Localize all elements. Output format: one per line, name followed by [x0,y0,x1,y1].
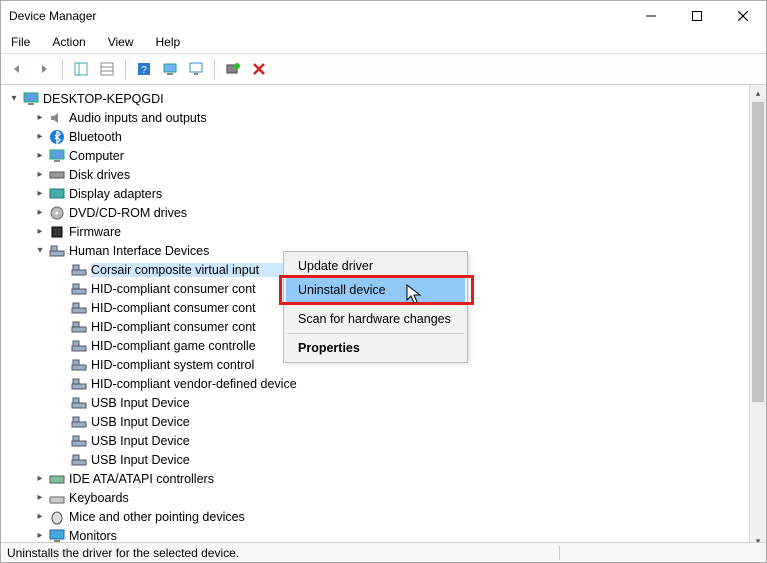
tree-root-label: DESKTOP-KEPQGDI [43,92,164,106]
hid-device-icon [71,395,87,411]
hid-device-icon [71,376,87,392]
tree-category-keyboards[interactable]: ▸ Keyboards [7,488,743,507]
computer-icon [23,91,39,107]
expander-closed-icon[interactable]: ▸ [33,472,47,486]
context-menu: Update driver Uninstall device Scan for … [283,251,468,363]
expander-closed-icon[interactable]: ▸ [33,510,47,524]
ctx-separator [287,333,464,334]
tree-category-mice[interactable]: ▸ Mice and other pointing devices [7,507,743,526]
expander-closed-icon[interactable]: ▸ [33,529,47,543]
tree-category-disk-drives[interactable]: ▸ Disk drives [7,165,743,184]
tree-hid-child[interactable]: USB Input Device [7,450,743,469]
mouse-icon [49,509,65,525]
tree-category-audio[interactable]: ▸ Audio inputs and outputs [7,108,743,127]
keyboard-icon [49,490,65,506]
maximize-button[interactable] [674,1,720,31]
expander-closed-icon[interactable]: ▸ [33,187,47,201]
tree-hid-child[interactable]: USB Input Device [7,393,743,412]
vertical-scrollbar[interactable]: ▴ ▾ [749,85,766,550]
ctx-properties[interactable]: Properties [286,336,465,360]
ctx-update-driver[interactable]: Update driver [286,254,465,278]
toolbar: ? [1,54,766,85]
ctx-scan-hardware[interactable]: Scan for hardware changes [286,307,465,331]
tree-hid-child[interactable]: HID-compliant vendor-defined device [7,374,743,393]
show-hide-console-tree-button[interactable] [70,58,92,80]
chip-icon [49,224,65,240]
pc-icon [49,148,65,164]
expander-open-icon[interactable]: ▾ [33,244,47,258]
expander-closed-icon[interactable]: ▸ [33,111,47,125]
hid-device-icon [71,414,87,430]
ctx-separator [287,304,464,305]
tree-root[interactable]: ▾ DESKTOP-KEPQGDI [7,89,743,108]
expander-closed-icon[interactable]: ▸ [33,225,47,239]
properties-button[interactable] [96,58,118,80]
scroll-up-button[interactable]: ▴ [750,85,766,102]
toolbar-monitor-button[interactable] [185,58,207,80]
back-button[interactable] [7,58,29,80]
disc-icon [49,205,65,221]
disk-icon [49,167,65,183]
hid-device-icon [71,338,87,354]
forward-button[interactable] [33,58,55,80]
hid-icon [49,243,65,259]
menu-action[interactable]: Action [48,33,89,51]
close-button[interactable] [720,1,766,31]
statusbar-text: Uninstalls the driver for the selected d… [7,546,239,560]
statusbar-divider [559,546,560,560]
hid-device-icon [71,262,87,278]
help-button[interactable]: ? [133,58,155,80]
tree-category-computer[interactable]: ▸ Computer [7,146,743,165]
tree-hid-child[interactable]: USB Input Device [7,431,743,450]
menu-view[interactable]: View [104,33,138,51]
tree-category-ide[interactable]: ▸ IDE ATA/ATAPI controllers [7,469,743,488]
tree-category-bluetooth[interactable]: ▸ Bluetooth [7,127,743,146]
menubar: File Action View Help [1,31,766,54]
ide-controller-icon [49,471,65,487]
tree-hid-child[interactable]: USB Input Device [7,412,743,431]
menu-file[interactable]: File [7,33,34,51]
expander-closed-icon[interactable]: ▸ [33,206,47,220]
window-title: Device Manager [9,9,96,23]
display-adapter-icon [49,186,65,202]
hid-device-icon [71,319,87,335]
uninstall-device-button[interactable] [248,58,270,80]
tree-category-display-adapters[interactable]: ▸ Display adapters [7,184,743,203]
hid-device-icon [71,300,87,316]
scroll-thumb[interactable] [752,102,764,402]
statusbar: Uninstalls the driver for the selected d… [1,542,766,562]
scan-hardware-button[interactable] [222,58,244,80]
hid-device-icon [71,433,87,449]
tree-category-firmware[interactable]: ▸ Firmware [7,222,743,241]
menu-help[interactable]: Help [152,33,185,51]
bluetooth-icon [49,129,65,145]
expander-closed-icon[interactable]: ▸ [33,168,47,182]
hid-device-icon [71,452,87,468]
svg-text:?: ? [141,65,147,76]
hid-device-icon [71,281,87,297]
ctx-uninstall-device[interactable]: Uninstall device [286,278,465,302]
expander-closed-icon[interactable]: ▸ [33,491,47,505]
hid-device-icon [71,357,87,373]
toolbar-computer-button[interactable] [159,58,181,80]
expander-open-icon[interactable]: ▾ [7,92,21,106]
titlebar: Device Manager [1,1,766,31]
expander-closed-icon[interactable]: ▸ [33,149,47,163]
tree-category-dvd-cdrom[interactable]: ▸ DVD/CD-ROM drives [7,203,743,222]
minimize-button[interactable] [628,1,674,31]
speaker-icon [49,110,65,126]
expander-closed-icon[interactable]: ▸ [33,130,47,144]
